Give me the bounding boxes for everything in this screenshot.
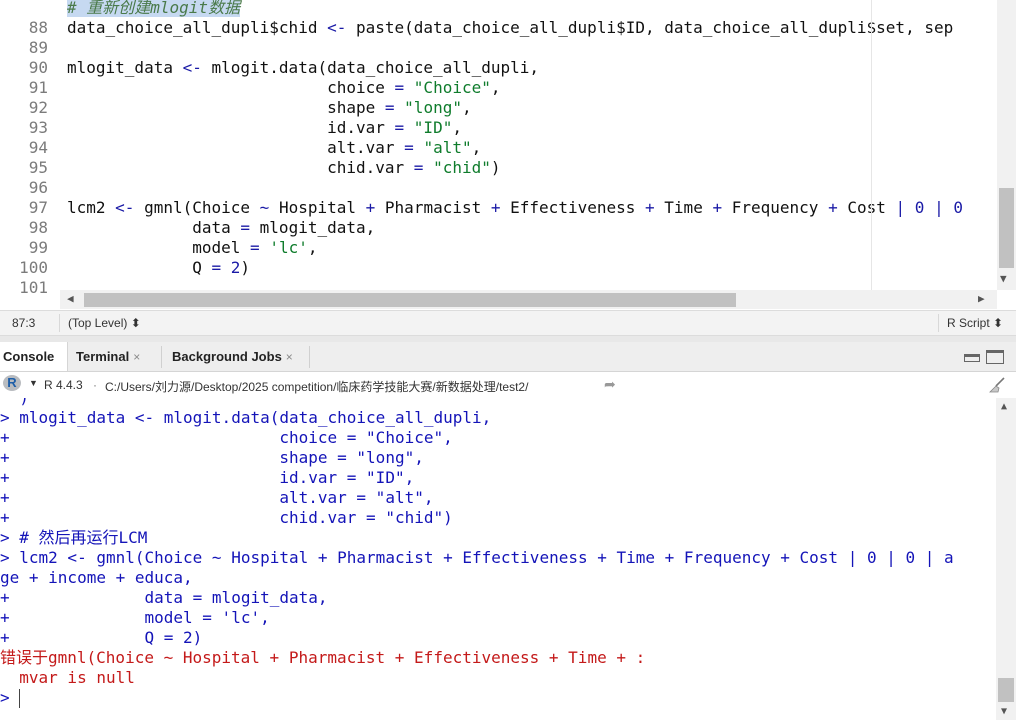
console-line: + data = mlogit_data, [0,588,328,607]
line-number: 101 [19,278,48,297]
console-line: + choice = "Choice", [0,428,453,447]
code-line[interactable]: data = mlogit_data, [67,218,375,238]
line-number: 97 [28,198,48,217]
scroll-left-icon[interactable]: ◀ [67,292,74,305]
console-line: > lcm2 <- gmnl(Choice ~ Hospital + Pharm… [0,548,954,567]
console-line: + shape = "long", [0,448,424,467]
code-line[interactable]: chid.var = "chid") [67,158,500,178]
console-pane-tabs: Console Terminal × Background Jobs × [0,342,1016,372]
code-line[interactable]: alt.var = "alt", [67,138,481,158]
tab-terminal-label: Terminal [76,349,130,364]
line-number: 94 [28,138,48,157]
code-line[interactable]: shape = "long", [67,98,472,118]
line-number: 93 [28,118,48,137]
code-line[interactable]: model = 'lc', [67,238,317,258]
scroll-right-icon[interactable]: ▶ [978,292,985,305]
line-number-gutter: 88 89 90 91 92 93 94 95 96 97 98 99 100 101 [0,0,58,297]
code-line[interactable]: data_choice_all_dupli$chid <- paste(data… [67,18,953,38]
editor-vertical-scroll-thumb[interactable] [999,188,1014,268]
working-directory-path: C:/Users/刘力源/Desktop/2025 competition/临床… [105,380,529,394]
line-number: 92 [28,98,48,117]
tab-jobs-label: Background Jobs [172,349,282,364]
tab-terminal[interactable]: Terminal × [76,342,140,371]
console-line: > [0,688,20,707]
code-line[interactable]: Q = 2) [67,258,250,278]
console-output[interactable]: )> mlogit_data <- mlogit.data(data_choic… [0,398,996,720]
line-number: 89 [28,38,48,57]
editor-status-bar: 87:3 (Top Level) ⬍ R Script ⬍ [0,310,1016,336]
line-number: 95 [28,158,48,177]
status-divider [59,314,60,332]
console-line: + id.var = "ID", [0,468,415,487]
console-path-bar: R ▼ R 4.4.3 · C:/Users/刘力源/Desktop/2025 … [0,372,1016,398]
tab-divider [161,346,162,368]
code-area[interactable]: # 重新创建mlogit数据 data_choice_all_dupli$chid… [67,0,997,290]
tab-background-jobs[interactable]: Background Jobs × [172,342,293,371]
tab-console[interactable]: Console [0,342,68,371]
console-vertical-scrollbar[interactable] [996,398,1016,720]
line-number: 88 [28,18,48,37]
chevron-down-icon[interactable]: ▼ [29,378,38,388]
clear-console-icon[interactable] [988,377,1006,393]
console-error-line: 错误于gmnl(Choice ~ Hospital + Pharmacist +… [0,648,646,667]
separator-dot: · [93,378,97,392]
console-line: + alt.var = "alt", [0,488,434,507]
r-logo-icon[interactable]: R [3,375,21,391]
line-number: 90 [28,58,48,77]
scroll-down-icon[interactable]: ▼ [1000,272,1007,285]
maximize-pane-icon[interactable] [986,350,1004,364]
line-number: 99 [28,238,48,257]
code-line[interactable]: choice = "Choice", [67,78,500,98]
console-line: + model = 'lc', [0,608,270,627]
script-editor[interactable]: 88 89 90 91 92 93 94 95 96 97 98 99 100 101 # 重新创建mlo… [0,0,1016,310]
file-type-selector[interactable]: R Script ⬍ [947,316,1003,330]
scroll-down-icon[interactable]: ▼ [1001,706,1007,717]
code-line[interactable]: id.var = "ID", [67,118,462,138]
cursor-position: 87:3 [12,316,36,330]
console-line: + chid.var = "chid") [0,508,453,527]
code-line[interactable]: lcm2 <- gmnl(Choice ~ Hospital + Pharmac… [67,198,963,218]
close-icon[interactable]: × [286,350,293,364]
console-error-line: mvar is null [0,668,135,687]
line-number [0,0,48,18]
console-line: > # 然后再运行LCM [0,528,148,547]
tab-console-label: Console [3,349,55,364]
code-line[interactable]: mlogit_data <- mlogit.data(data_choice_a… [67,58,539,78]
line-number: 96 [28,178,48,197]
margin-guide [871,0,872,290]
console-line: > mlogit_data <- mlogit.data(data_choice… [0,408,492,427]
console-scroll-thumb[interactable] [998,678,1014,702]
go-to-directory-icon[interactable]: ➦ [604,376,616,393]
line-number: 91 [28,78,48,97]
editor-horizontal-scroll-thumb[interactable] [84,293,736,307]
console-line: ) [0,398,29,408]
line-number: 100 [19,258,48,277]
tab-divider [309,346,310,368]
console-text-cursor [19,689,20,708]
scroll-up-icon[interactable]: ▲ [1001,401,1007,412]
console-line: + Q = 2) [0,628,203,647]
scope-selector[interactable]: (Top Level) ⬍ [68,316,141,330]
close-icon[interactable]: × [133,350,140,364]
line-number: 98 [28,218,48,237]
minimize-pane-icon[interactable] [964,354,980,362]
r-version: R 4.4.3 [44,378,83,392]
console-line: ge + income + educa, [0,568,193,587]
status-divider [938,314,939,332]
code-line[interactable]: # 重新创建mlogit数据 [67,0,241,18]
